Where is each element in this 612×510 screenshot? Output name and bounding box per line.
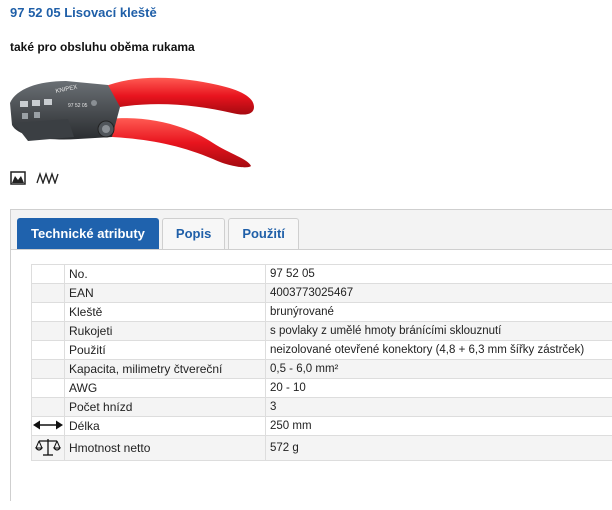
details-panel: Technické atributy Popis Použití No. 97 … xyxy=(10,209,612,501)
attributes-table: No. 97 52 05 EAN 4003773025467 Kleště br… xyxy=(31,264,612,461)
tab-usage[interactable]: Použití xyxy=(228,218,299,249)
product-subtitle: také pro obsluhu oběma rukama xyxy=(10,40,195,54)
product-image: KNIPEX 97 52 05 xyxy=(8,63,258,168)
attribute-name: No. xyxy=(65,265,266,284)
table-row: EAN 4003773025467 xyxy=(32,284,612,303)
attribute-value: 3 xyxy=(266,398,612,417)
attribute-name: Použití xyxy=(65,341,266,360)
feature-icons xyxy=(10,170,60,186)
table-row: Rukojeti s povlaky z umělé hmoty bránící… xyxy=(32,322,612,341)
table-row: Počet hnízd 3 xyxy=(32,398,612,417)
table-row: Délka 250 mm xyxy=(32,417,612,436)
attribute-name: AWG xyxy=(65,379,266,398)
attribute-name: Kleště xyxy=(65,303,266,322)
length-arrow-icon xyxy=(32,419,64,431)
tab-description[interactable]: Popis xyxy=(162,218,225,249)
table-row: AWG 20 - 10 xyxy=(32,379,612,398)
attribute-value: 97 52 05 xyxy=(266,265,612,284)
attribute-value: neizolované otevřené konektory (4,8 + 6,… xyxy=(266,341,612,360)
table-row: Použití neizolované otevřené konektory (… xyxy=(32,341,612,360)
attribute-value: s povlaky z umělé hmoty bránícími sklouz… xyxy=(266,322,612,341)
attribute-value: brunýrované xyxy=(266,303,612,322)
attribute-value: 4003773025467 xyxy=(266,284,612,303)
table-row: Kleště brunýrované xyxy=(32,303,612,322)
attribute-name: Kapacita, milimetry čtvereční xyxy=(65,360,266,379)
attribute-name: Hmotnost netto xyxy=(65,436,266,461)
table-row: Kapacita, milimetry čtvereční 0,5 - 6,0 … xyxy=(32,360,612,379)
attribute-value: 572 g xyxy=(266,436,612,461)
attribute-name: Délka xyxy=(65,417,266,436)
attribute-value: 250 mm xyxy=(266,417,612,436)
table-row: No. 97 52 05 xyxy=(32,265,612,284)
scale-icon xyxy=(35,437,61,457)
attribute-value: 0,5 - 6,0 mm² xyxy=(266,360,612,379)
attribute-name: Rukojeti xyxy=(65,322,266,341)
table-row: Hmotnost netto 572 g xyxy=(32,436,612,461)
svg-text:97 52 05: 97 52 05 xyxy=(68,103,88,109)
attribute-name: EAN xyxy=(65,284,266,303)
tab-technical-attributes[interactable]: Technické atributy xyxy=(17,218,159,249)
tab-bar: Technické atributy Popis Použití xyxy=(17,218,299,249)
crimp-profile-icon xyxy=(10,171,26,185)
product-title: 97 52 05 Lisovací kleště xyxy=(10,5,157,20)
tab-content-technical-attributes: No. 97 52 05 EAN 4003773025467 Kleště br… xyxy=(11,249,612,510)
serrated-jaws-icon xyxy=(36,172,60,184)
attribute-name: Počet hnízd xyxy=(65,398,266,417)
attribute-value: 20 - 10 xyxy=(266,379,612,398)
